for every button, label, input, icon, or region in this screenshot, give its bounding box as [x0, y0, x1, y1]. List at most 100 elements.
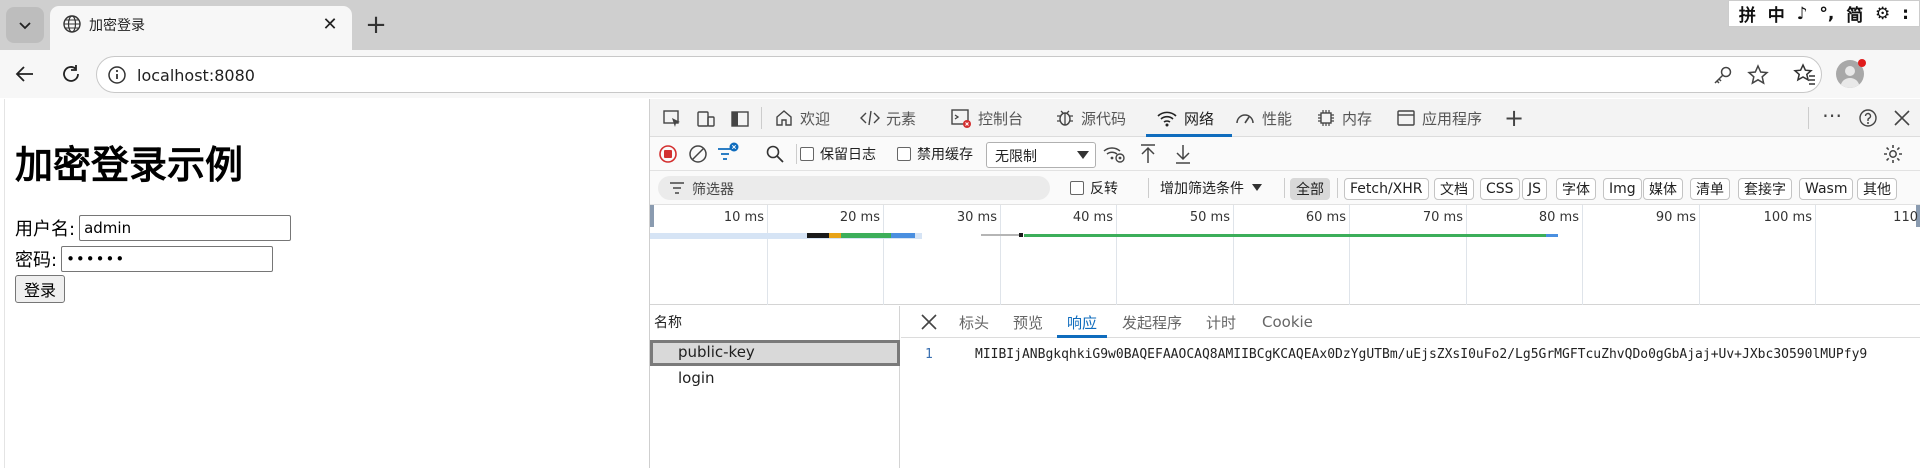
password-input[interactable]: [61, 246, 274, 272]
tab-network[interactable]: 网络: [1156, 99, 1214, 137]
download-icon[interactable]: [1173, 143, 1193, 165]
key-icon[interactable]: [1711, 65, 1733, 87]
ime-item[interactable]: 拼: [1739, 1, 1756, 26]
type-filter-other[interactable]: 其他: [1857, 178, 1897, 200]
password-row: 密码:: [15, 246, 274, 272]
type-filter-manifest[interactable]: 清单: [1690, 178, 1730, 200]
tab-timing[interactable]: 计时: [1206, 306, 1236, 338]
tab-label: 应用程序: [1422, 109, 1483, 128]
ime-item[interactable]: ♪: [1797, 4, 1808, 24]
device-toggle-icon[interactable]: [696, 109, 716, 129]
ime-toolbar[interactable]: 拼 中 ♪ °, 简 ⚙ :: [1728, 0, 1920, 27]
disable-cache-label: 禁用缓存: [917, 147, 973, 163]
tab-label: 控制台: [978, 109, 1024, 128]
checkbox-box[interactable]: [1070, 181, 1084, 195]
devtools-panel: 欢迎 元素 控制台 源代码 网络 性能 内存 应用程序 + ⋯ 保留日志 禁用缓…: [649, 99, 1920, 468]
timeline-tick-label: 70 ms: [1422, 210, 1463, 225]
reload-icon: [63, 65, 79, 82]
address-bar[interactable]: localhost:8080: [96, 56, 1822, 93]
tab-initiator[interactable]: 发起程序: [1122, 306, 1182, 338]
type-filter-img[interactable]: Img: [1603, 178, 1642, 200]
network-conditions-icon[interactable]: [1102, 143, 1126, 165]
gauge-icon: [1236, 114, 1254, 124]
tab-label: 内存: [1342, 109, 1373, 128]
upload-icon[interactable]: [1138, 143, 1158, 165]
search-icon[interactable]: [765, 144, 785, 164]
ime-item[interactable]: °,: [1819, 4, 1834, 24]
response-line[interactable]: MIIBIjANBgkqhkiG9w0BAQEFAAOCAQ8AMIIBCgKC…: [975, 347, 1920, 362]
star-icon[interactable]: [1747, 64, 1769, 86]
devtools-tab-bar: 欢迎 元素 控制台 源代码 网络 性能 内存 应用程序 + ⋯: [650, 99, 1920, 137]
tab-elements[interactable]: 元素: [860, 99, 916, 137]
tab-memory[interactable]: 内存: [1316, 99, 1372, 137]
tab-cookies[interactable]: Cookie: [1262, 306, 1313, 338]
reload-button[interactable]: [58, 61, 84, 87]
back-button[interactable]: [12, 61, 38, 87]
filter-input[interactable]: 筛选器: [658, 176, 1050, 200]
info-icon[interactable]: [107, 65, 127, 85]
tab-performance[interactable]: 性能: [1234, 99, 1292, 137]
add-tab-button[interactable]: +: [1504, 104, 1524, 132]
ime-item[interactable]: 简: [1846, 1, 1863, 26]
tab-console[interactable]: 控制台: [950, 99, 1023, 137]
checkbox-box[interactable]: [897, 147, 911, 161]
type-filter-socket[interactable]: 套接字: [1738, 178, 1792, 200]
divider: [1808, 107, 1809, 129]
more-filters-dropdown[interactable]: 增加筛选条件: [1160, 177, 1262, 199]
home-icon: [776, 110, 792, 126]
throttle-select[interactable]: 无限制: [986, 142, 1096, 168]
type-filter-media[interactable]: 媒体: [1643, 178, 1683, 200]
type-filter-doc[interactable]: 文档: [1434, 178, 1474, 200]
login-button[interactable]: 登录: [15, 275, 66, 303]
new-tab-button[interactable]: +: [363, 12, 389, 38]
gear-icon[interactable]: [1882, 143, 1904, 165]
tab-welcome[interactable]: 欢迎: [774, 99, 830, 137]
timeline-handle-left[interactable]: [650, 205, 654, 227]
tab-headers[interactable]: 标头: [959, 306, 989, 338]
inspect-icon[interactable]: [662, 109, 682, 129]
tab-sources[interactable]: 源代码: [1055, 99, 1126, 137]
username-input[interactable]: [79, 215, 292, 241]
url-text[interactable]: localhost:8080: [137, 66, 255, 85]
request-row-public-key[interactable]: public-key: [650, 340, 900, 366]
tab-actions-button[interactable]: [6, 7, 44, 43]
close-tab-icon[interactable]: ✕: [320, 14, 340, 35]
invert-checkbox[interactable]: 反转: [1070, 177, 1118, 199]
timeline-segment: [1019, 233, 1023, 237]
response-body[interactable]: 1 MIIBIjANBgkqhkiG9w0BAQEFAAOCAQ8AMIIBCg…: [901, 339, 1920, 468]
type-filter-font[interactable]: 字体: [1556, 178, 1596, 200]
checkbox-box[interactable]: [800, 147, 814, 161]
ime-item[interactable]: :: [1902, 4, 1909, 24]
dock-icon[interactable]: [730, 109, 750, 129]
tab-response[interactable]: 响应: [1067, 306, 1097, 338]
timeline-gridline: [883, 205, 884, 305]
request-list-header[interactable]: 名称: [650, 306, 900, 336]
chip-icon: [1318, 110, 1334, 126]
network-timeline[interactable]: 10 ms 20 ms 30 ms 40 ms 50 ms 60 ms 70 m…: [650, 205, 1920, 305]
type-filter-all[interactable]: 全部: [1290, 178, 1330, 200]
record-icon[interactable]: [658, 144, 678, 164]
ime-item[interactable]: 中: [1768, 1, 1785, 26]
invert-label: 反转: [1090, 181, 1118, 197]
disable-cache-checkbox[interactable]: 禁用缓存: [897, 143, 973, 165]
tab-application[interactable]: 应用程序: [1396, 99, 1482, 137]
preserve-log-checkbox[interactable]: 保留日志: [800, 143, 876, 165]
type-filter-js[interactable]: JS: [1522, 178, 1548, 200]
request-row-login[interactable]: login: [650, 366, 900, 392]
type-filter-xhr[interactable]: Fetch/XHR: [1344, 178, 1429, 200]
divider: [1148, 178, 1149, 198]
ime-item[interactable]: ⚙: [1875, 4, 1890, 24]
close-icon[interactable]: [1893, 109, 1911, 127]
close-icon[interactable]: [919, 312, 939, 332]
preserve-log-label: 保留日志: [820, 147, 876, 163]
type-filter-wasm[interactable]: Wasm: [1799, 178, 1854, 200]
help-icon[interactable]: [1858, 108, 1878, 128]
more-icon[interactable]: ⋯: [1822, 103, 1842, 127]
clear-icon[interactable]: [688, 144, 708, 164]
timeline-gridline: [1349, 205, 1350, 305]
filter-toggle-icon[interactable]: [716, 142, 740, 164]
type-filter-css[interactable]: CSS: [1480, 178, 1520, 200]
timeline-tick-label: 40 ms: [1072, 210, 1113, 225]
tab-preview[interactable]: 预览: [1013, 306, 1043, 338]
favorites-button[interactable]: [1792, 61, 1818, 87]
